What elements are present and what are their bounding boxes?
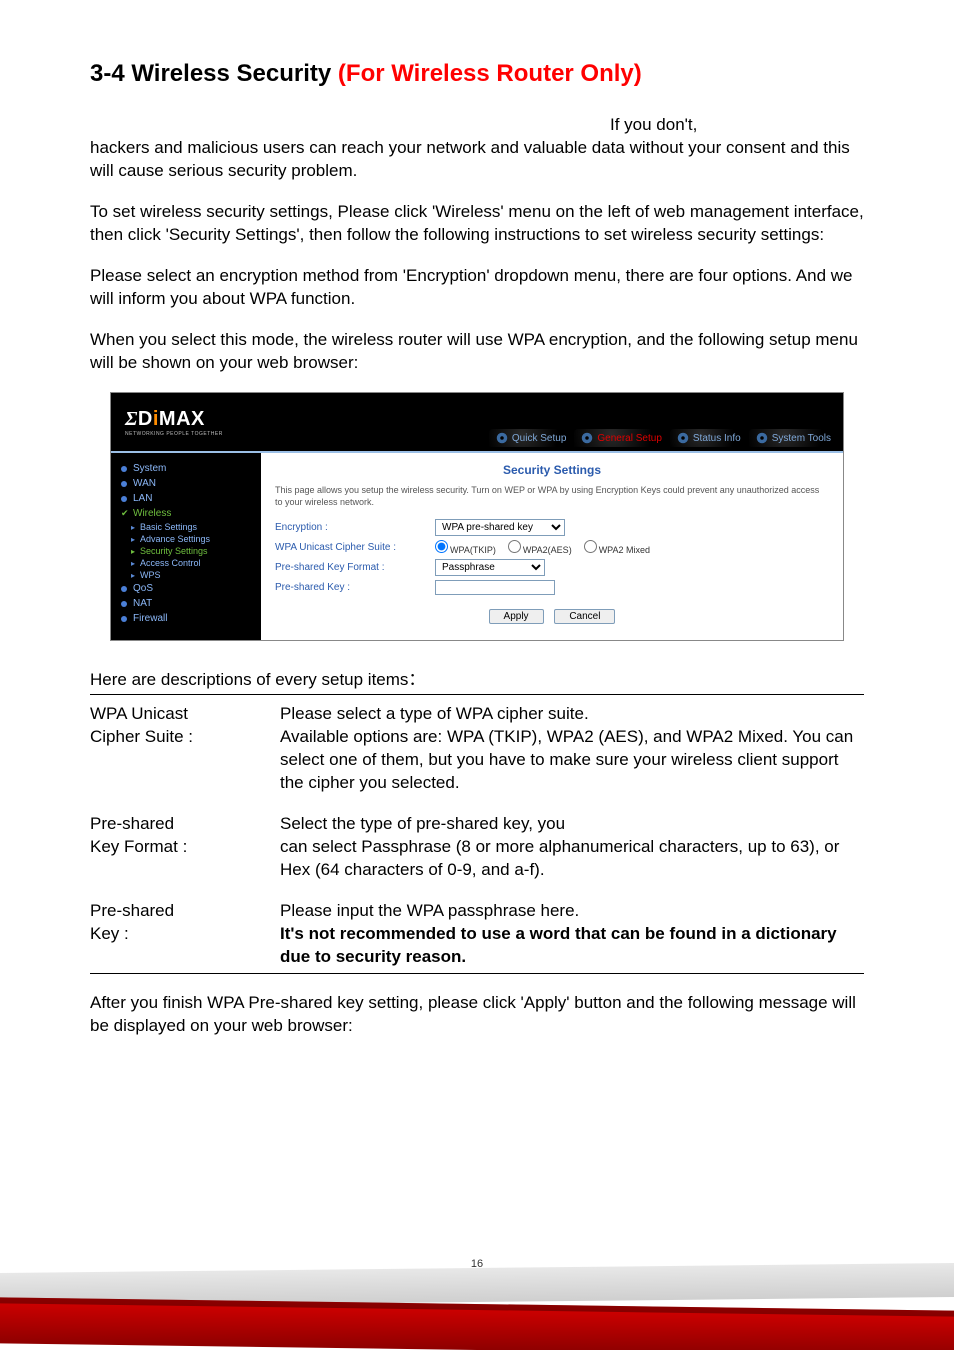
def-desc: Select the type of pre-shared key, you c… [280,813,864,882]
sidebar-item-firewall[interactable]: Firewall [121,611,261,626]
sidebar-item-label: Advance Settings [140,534,210,544]
row-cipher: WPA Unicast Cipher Suite : WPA(TKIP) WPA… [275,540,829,555]
title-suffix: (For Wireless Router Only) [338,60,642,87]
def-desc-plain: Please input the WPA passphrase here. [280,901,579,920]
radio-label: WPA2 Mixed [599,545,650,555]
sidebar-item-label: Security Settings [140,546,208,556]
def-row-format: Pre-sharedKey Format : Select the type o… [90,813,864,882]
gear-icon [580,431,594,445]
sidebar-item-label: Basic Settings [140,522,197,532]
tab-label: System Tools [772,433,831,444]
content-panel: Security Settings This page allows you s… [261,453,843,640]
def-term: Pre-sharedKey : [90,900,280,969]
tab-label: Quick Setup [512,433,566,444]
row-encryption: Encryption : WPA pre-shared key [275,519,829,536]
page-title: 3-4 Wireless Security (For Wireless Rout… [90,60,864,88]
def-desc: Please select a type of WPA cipher suite… [280,703,864,795]
gear-icon [495,431,509,445]
sidebar-item-label: WPS [140,570,161,580]
screenshot-header: ΣDiMAX NETWORKING PEOPLE TOGETHER Quick … [111,393,843,451]
sidebar: System WAN LAN Wireless Basic Settings A… [111,453,261,640]
sidebar-sub-advance[interactable]: Advance Settings [121,533,261,545]
radio-wpa2-aes[interactable]: WPA2(AES) [508,540,572,555]
tab-quick-setup[interactable]: Quick Setup [489,429,572,447]
sidebar-item-label: Access Control [140,558,201,568]
sidebar-item-qos[interactable]: QoS [121,581,261,596]
logo-subtitle: NETWORKING PEOPLE TOGETHER [125,431,223,437]
label-cipher: WPA Unicast Cipher Suite : [275,542,435,553]
radio-input[interactable] [584,540,597,553]
divider [90,694,864,695]
sidebar-sub-wps[interactable]: WPS [121,569,261,581]
tab-label: Status Info [693,433,741,444]
encryption-select[interactable]: WPA pre-shared key [435,519,565,536]
format-select[interactable]: Passphrase [435,559,545,576]
def-term: WPA UnicastCipher Suite : [90,703,280,795]
sidebar-item-label: System [133,463,166,474]
sidebar-item-label: Wireless [133,508,171,519]
def-desc: Please input the WPA passphrase here. It… [280,900,864,969]
row-format: Pre-shared Key Format : Passphrase [275,559,829,576]
gear-icon [755,431,769,445]
radio-label: WPA2(AES) [523,545,572,555]
tabs: Quick Setup General Setup Status Info Sy… [489,429,837,447]
gear-icon [676,431,690,445]
logo: ΣDiMAX NETWORKING PEOPLE TOGETHER [111,393,291,451]
sidebar-item-lan[interactable]: LAN [121,491,261,506]
sidebar-sub-access[interactable]: Access Control [121,557,261,569]
sidebar-item-nat[interactable]: NAT [121,596,261,611]
cancel-button[interactable]: Cancel [554,609,615,624]
radio-wpa-tkip[interactable]: WPA(TKIP) [435,540,496,555]
label-encryption: Encryption : [275,522,435,533]
section-title: Security Settings [275,463,829,477]
sidebar-item-label: LAN [133,493,152,504]
label-format: Pre-shared Key Format : [275,562,435,573]
def-row-cipher: WPA UnicastCipher Suite : Please select … [90,703,864,795]
divider [90,973,864,974]
paragraph-4: When you select this mode, the wireless … [90,329,864,375]
tab-general-setup[interactable]: General Setup [574,429,668,447]
tab-system-tools[interactable]: System Tools [749,429,837,447]
paragraph-1: If you don't, hackers and malicious user… [90,114,864,183]
logo-text: ΣDiMAX [125,408,223,431]
button-row: Apply Cancel [275,599,829,628]
footer-decoration [0,1250,954,1350]
sidebar-item-label: WAN [133,478,156,489]
tab-status-info[interactable]: Status Info [670,429,747,447]
title-prefix: 3-4 Wireless Security [90,60,338,87]
radio-input[interactable] [435,540,448,553]
defs-intro: Here are descriptions of every setup ite… [90,665,864,690]
paragraph-3: Please select an encryption method from … [90,265,864,311]
apply-button[interactable]: Apply [489,609,544,624]
sidebar-item-system[interactable]: System [121,461,261,476]
red-band [0,1297,954,1350]
def-desc-bold: It's not recommended to use a word that … [280,924,837,966]
sidebar-item-wan[interactable]: WAN [121,476,261,491]
tab-label: General Setup [597,433,662,444]
section-description: This page allows you setup the wireless … [275,485,829,508]
radio-label: WPA(TKIP) [450,545,496,555]
definitions: Here are descriptions of every setup ite… [90,665,864,973]
sidebar-item-label: Firewall [133,613,167,624]
row-key: Pre-shared Key : [275,580,829,595]
sidebar-item-label: QoS [133,583,153,594]
def-row-key: Pre-sharedKey : Please input the WPA pas… [90,900,864,969]
sidebar-item-label: NAT [133,598,152,609]
key-input[interactable] [435,580,555,595]
p1b: hackers and malicious users can reach yo… [90,138,850,180]
paragraph-2: To set wireless security settings, Pleas… [90,201,864,247]
screenshot: ΣDiMAX NETWORKING PEOPLE TOGETHER Quick … [110,392,844,641]
cipher-radio-group: WPA(TKIP) WPA2(AES) WPA2 Mixed [435,540,829,555]
sidebar-sub-security[interactable]: Security Settings [121,545,261,557]
radio-input[interactable] [508,540,521,553]
sidebar-item-wireless[interactable]: Wireless [121,506,261,521]
after-paragraph: After you finish WPA Pre-shared key sett… [90,992,864,1038]
sidebar-sub-basic[interactable]: Basic Settings [121,521,261,533]
radio-wpa2-mixed[interactable]: WPA2 Mixed [584,540,650,555]
def-term: Pre-sharedKey Format : [90,813,280,882]
label-key: Pre-shared Key : [275,582,435,593]
p1a: If you don't, [610,115,697,134]
